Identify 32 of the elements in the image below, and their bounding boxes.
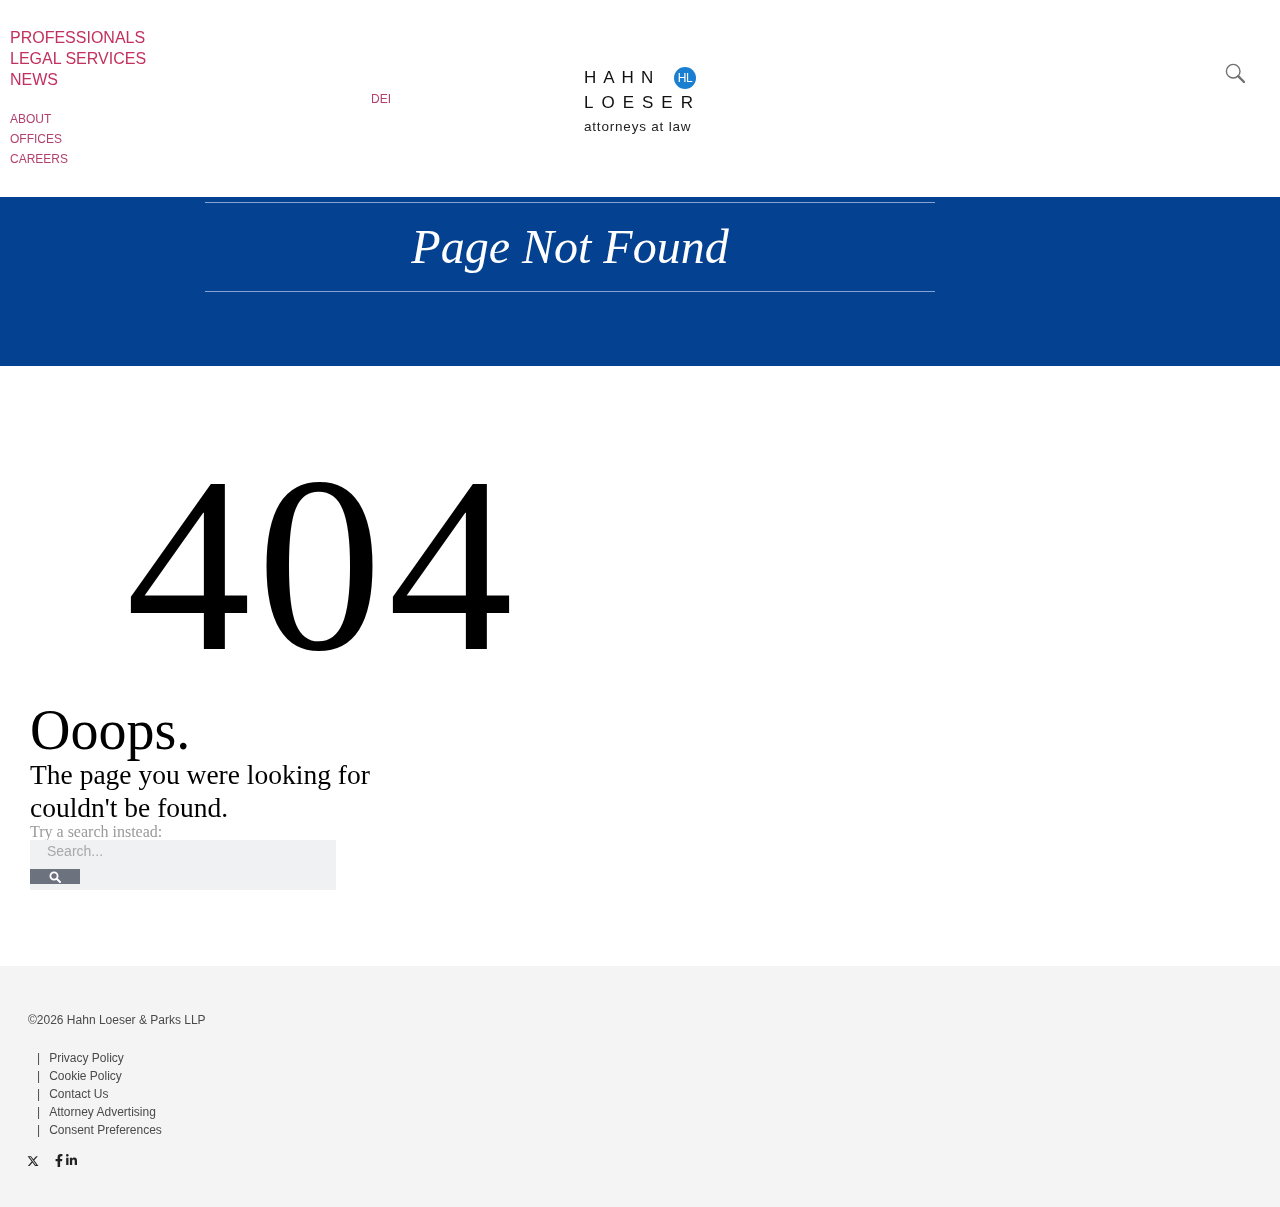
linkedin-icon[interactable] <box>66 1154 77 1167</box>
footer-link[interactable]: Consent Preferences <box>49 1121 162 1139</box>
logo-wordmark[interactable]: LOESER <box>584 93 704 113</box>
footer-link[interactable]: Privacy Policy <box>49 1049 124 1067</box>
search-field[interactable]: Search... <box>30 840 336 869</box>
error-code: 404 <box>126 440 519 690</box>
nav-link[interactable]: LEGAL SERVICES <box>10 48 147 69</box>
footer-link[interactable]: Cookie Policy <box>49 1067 122 1085</box>
search-icon[interactable] <box>1225 63 1245 83</box>
logo-wordmark[interactable]: HAHN <box>584 68 661 88</box>
nav-link[interactable]: DEI <box>371 88 391 109</box>
facebook-icon[interactable] <box>55 1154 63 1167</box>
logo-tagline[interactable]: attorneys at law <box>584 118 696 136</box>
nav-link[interactable]: ABOUT <box>10 109 52 129</box>
nav-link[interactable]: PROFESSIONALS <box>10 27 146 48</box>
link-separator: | <box>37 1122 41 1139</box>
search-icon <box>49 870 61 883</box>
page-title: Page Not Found <box>411 219 729 275</box>
nav-link[interactable]: NEWS <box>10 69 58 90</box>
search-hint: Try a search instead: <box>30 824 163 840</box>
link-separator: | <box>37 1050 41 1067</box>
nav-link[interactable]: CAREERS <box>10 149 68 169</box>
x-social-icon[interactable] <box>27 1155 39 1167</box>
nav-link[interactable]: OFFICES <box>10 129 62 149</box>
copyright-text: ©2026 Hahn Loeser & Parks LLP <box>28 1012 206 1028</box>
logo-monogram[interactable]: HL <box>674 67 696 89</box>
link-separator: | <box>37 1104 41 1121</box>
search-button[interactable] <box>30 869 80 884</box>
link-separator: | <box>37 1086 41 1103</box>
link-separator: | <box>37 1068 41 1085</box>
footer-link[interactable]: Contact Us <box>49 1085 109 1103</box>
footer-link[interactable]: Attorney Advertising <box>49 1103 156 1121</box>
